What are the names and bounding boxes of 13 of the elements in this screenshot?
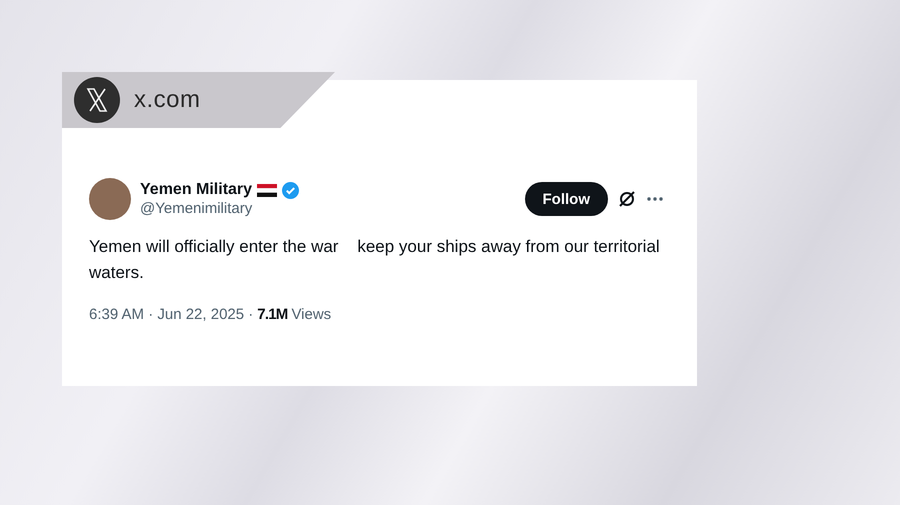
author-name[interactable]: Yemen Military [140,181,252,199]
slashed-circle-icon[interactable] [618,190,636,208]
author-handle[interactable]: @Yemenimilitary [140,200,524,217]
follow-button[interactable]: Follow [524,182,608,216]
site-name: x.com [134,86,201,114]
views-count: 7.1M [257,306,288,323]
tweet-timestamp[interactable]: 6:39 AM · Jun 22, 2025 · [89,306,254,323]
tweet-text: Yemen will officially enter the war keep your ships away from our territorial waters. [89,236,661,284]
flag-icon [257,184,278,196]
x-logo-icon [74,77,120,123]
views-label: Views [291,306,332,323]
more-icon[interactable] [646,196,664,202]
avatar[interactable] [89,178,131,220]
